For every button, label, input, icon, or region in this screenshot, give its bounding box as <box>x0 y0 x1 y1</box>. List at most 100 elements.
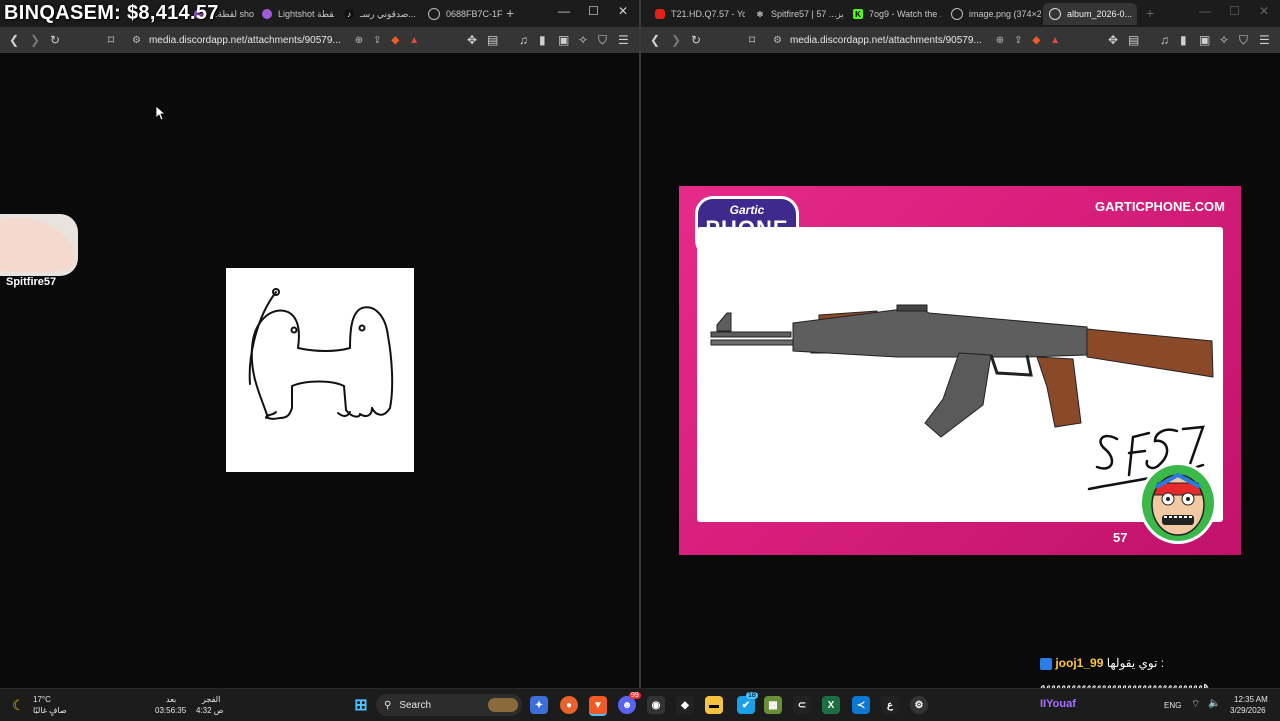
round-badge: 57 <box>1113 530 1128 545</box>
gartic-card: Gartic PHONE GARTICPHONE.COM <box>679 186 1241 555</box>
tab-youtube[interactable]: T21.HD.Q7.57 - Yo... <box>649 3 745 25</box>
forward-icon[interactable]: ❯ <box>30 32 40 48</box>
gartic-site-label: GARTICPHONE.COM <box>1095 199 1225 214</box>
windows-taskbar: ☾ 17°C صافٍ غالبًا بعد 03:56:35 الفجر 4:… <box>0 688 1280 721</box>
share-icon[interactable]: ⇪ <box>373 35 381 46</box>
vscode-icon[interactable]: ≺ <box>852 696 870 714</box>
menu-icon[interactable]: ☰ <box>618 32 629 48</box>
wallet-icon[interactable]: ▣ <box>558 32 569 48</box>
chat-username-2: IIYouaf <box>1040 698 1076 710</box>
brave-shield-icon[interactable]: ◆ <box>1033 35 1041 46</box>
chat-username: jooj1_99 <box>1055 656 1104 670</box>
close-icon[interactable]: ✕ <box>618 4 628 18</box>
capcut-icon[interactable]: ⊂ <box>793 696 811 714</box>
mask-avatar-icon <box>1151 472 1205 536</box>
clock-date[interactable]: 3/29/2026 <box>1230 706 1266 715</box>
sidebar-icon[interactable]: ▤ <box>1128 32 1139 48</box>
brave-rewards-icon[interactable]: ▲ <box>1050 35 1060 46</box>
extensions-icon[interactable]: ✥ <box>1108 32 1118 48</box>
bookmark-icon[interactable]: ⌑ <box>749 32 755 48</box>
globe-icon <box>428 8 440 20</box>
split-view-icon[interactable]: ▮ <box>1180 32 1187 48</box>
taskbar-search[interactable]: ⚲ Search <box>376 694 522 716</box>
prayer-countdown: 03:56:35 <box>155 706 187 715</box>
bookmark-icon[interactable]: ⌑ <box>108 32 114 48</box>
sidebar-icon[interactable]: ▤ <box>487 32 498 48</box>
tab-title: 0688FB7C-1F... <box>446 9 502 19</box>
address-bar[interactable]: ⚙ media.discordapp.net/attachments/90579… <box>773 29 1073 51</box>
new-tab-button[interactable]: + <box>1146 5 1154 21</box>
tab-lightshot[interactable]: Lightshot لقطة... <box>256 3 334 25</box>
tab-title: Spitfire57 | 57 ...دايز <box>771 8 843 19</box>
app-icon[interactable]: ◆ <box>676 696 694 714</box>
vpn-icon[interactable]: ⛉ <box>1239 32 1248 48</box>
wallet-icon[interactable]: ▣ <box>1199 32 1210 48</box>
reload-icon[interactable]: ↻ <box>50 32 60 48</box>
extensions-icon[interactable]: ✥ <box>467 32 477 48</box>
media-icon[interactable]: ♫ <box>519 32 528 48</box>
firefox-icon[interactable]: ● <box>560 696 578 714</box>
tab-album[interactable]: album_2026-0... ✕ <box>1043 3 1137 25</box>
reload-icon[interactable]: ↻ <box>691 32 701 48</box>
weather-icon[interactable]: ☾ <box>12 697 25 714</box>
excel-icon[interactable]: X <box>822 696 840 714</box>
zoom-icon[interactable]: ⊕ <box>355 35 363 46</box>
back-icon[interactable]: ❮ <box>650 32 660 48</box>
vpn-icon[interactable]: ⛉ <box>598 32 607 48</box>
weather-temp: 17°C <box>33 695 51 704</box>
minimize-icon[interactable]: — <box>1199 4 1211 18</box>
tab-image-file[interactable]: 0688FB7C-1F... <box>422 3 502 25</box>
network-icon[interactable]: ⌔ <box>1191 698 1200 711</box>
url-text: media.discordapp.net/attachments/90579..… <box>148 34 341 46</box>
new-tab-button[interactable]: + <box>506 5 514 21</box>
maximize-icon[interactable]: ☐ <box>588 4 599 18</box>
back-icon[interactable]: ❮ <box>9 32 19 48</box>
split-view-icon[interactable]: ▮ <box>539 32 546 48</box>
tiktok-icon: ♪ <box>344 9 354 19</box>
clock-time[interactable]: 12:35 AM <box>1234 695 1268 704</box>
tab-image-png[interactable]: image.png (374×2... <box>945 3 1041 25</box>
media-icon[interactable]: ♫ <box>1160 32 1169 48</box>
prayer-name: الفجر <box>202 695 221 704</box>
minimize-icon[interactable]: — <box>558 4 570 18</box>
app-badge: 18 <box>746 692 758 699</box>
forward-icon[interactable]: ❯ <box>671 32 681 48</box>
obs-icon[interactable]: ◉ <box>647 696 665 714</box>
app-arabic-icon[interactable]: ع <box>881 696 899 714</box>
brave-rewards-icon[interactable]: ▲ <box>409 35 419 46</box>
tab-spitfire[interactable]: ✻ Spitfire57 | 57 ...دايز <box>749 3 843 25</box>
globe-icon <box>1049 8 1061 20</box>
close-icon[interactable]: ✕ <box>1259 4 1269 18</box>
maximize-icon[interactable]: ☐ <box>1229 4 1240 18</box>
language-indicator[interactable]: ENG <box>1164 701 1181 710</box>
brave-icon[interactable]: ▼ <box>589 696 607 716</box>
address-bar[interactable]: ⚙ media.discordapp.net/attachments/90579… <box>132 29 432 51</box>
tab-close-icon[interactable]: ✕ <box>1132 9 1137 20</box>
menu-icon[interactable]: ☰ <box>1259 32 1270 48</box>
nav-toolbar: ❮ ❯ ↻ ⌑ ⚙ media.discordapp.net/attachmen… <box>641 27 1280 53</box>
volume-icon[interactable]: 🔈 <box>1208 698 1220 709</box>
tab-kick[interactable]: K 7og9 - Watch the ... <box>847 3 941 25</box>
site-info-icon[interactable]: ⚙ <box>132 35 141 46</box>
brave-shield-icon[interactable]: ◆ <box>392 35 400 46</box>
search-highlight-icon <box>488 698 518 712</box>
logo-line-1: Gartic <box>729 203 765 217</box>
settings-icon[interactable]: ⚙ <box>910 696 928 714</box>
copilot-icon[interactable]: ✦ <box>530 696 548 714</box>
drawing-canvas <box>697 227 1223 522</box>
leo-ai-icon[interactable]: ✧ <box>578 32 588 48</box>
url-text: media.discordapp.net/attachments/90579..… <box>789 34 982 46</box>
game-app-icon[interactable]: ▦ <box>764 696 782 714</box>
site-info-icon[interactable]: ⚙ <box>773 35 782 46</box>
tab-title: T21.HD.Q7.57 - Yo... <box>671 9 745 19</box>
search-icon: ⚲ <box>384 699 392 711</box>
kick-icon: K <box>853 9 863 19</box>
share-icon[interactable]: ⇪ <box>1014 35 1022 46</box>
tab-tiktok[interactable]: ♪ صدقوني رسـ... <box>338 3 420 25</box>
file-explorer-icon[interactable]: ▬ <box>705 696 723 714</box>
start-menu-icon[interactable]: ⊞ <box>352 696 370 714</box>
leo-ai-icon[interactable]: ✧ <box>1219 32 1229 48</box>
chat-message: jooj1_99 توي يقولها : <box>1040 656 1164 670</box>
prayer-label: بعد <box>166 695 177 704</box>
zoom-icon[interactable]: ⊕ <box>996 35 1004 46</box>
